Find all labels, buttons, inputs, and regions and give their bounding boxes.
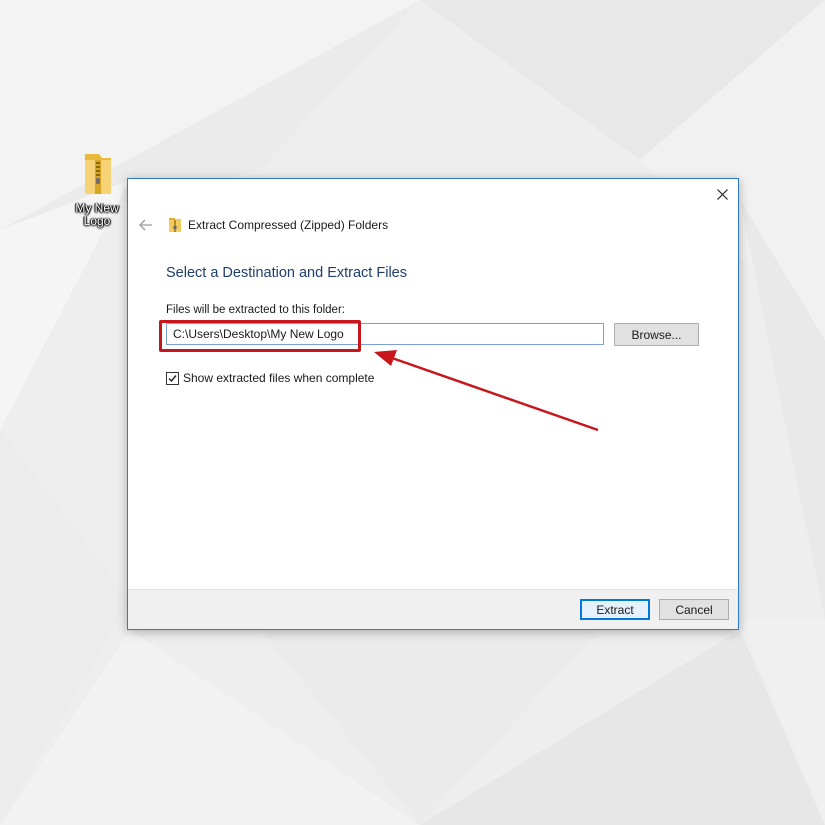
wizard-title: Extract Compressed (Zipped) Folders — [188, 218, 389, 232]
show-extracted-files-checkbox[interactable] — [166, 371, 179, 385]
close-button[interactable] — [708, 181, 736, 207]
page-heading: Select a Destination and Extract Files — [166, 265, 407, 281]
back-button[interactable] — [136, 215, 156, 235]
show-extracted-files-label: Show extracted files when complete — [183, 371, 375, 385]
wizard-header: Extract Compressed (Zipped) Folders — [136, 214, 388, 236]
destination-label: Files will be extracted to this folder: — [166, 304, 345, 316]
zip-folder-icon — [168, 217, 182, 233]
extract-dialog: Extract Compressed (Zipped) Folders Sele… — [127, 178, 739, 630]
checkmark-icon — [168, 374, 177, 382]
browse-button[interactable]: Browse... — [614, 323, 699, 346]
extract-button[interactable]: Extract — [580, 599, 650, 620]
cancel-button[interactable]: Cancel — [659, 599, 729, 620]
dialog-footer: Extract Cancel — [128, 589, 738, 629]
show-extracted-files-option[interactable]: Show extracted files when complete — [166, 371, 374, 385]
close-icon — [716, 188, 728, 200]
desktop-icon-label: My New Logo — [75, 201, 119, 228]
back-arrow-icon — [139, 219, 152, 231]
destination-path-input[interactable] — [166, 323, 604, 345]
zip-folder-icon — [77, 150, 117, 198]
desktop-icon-my-new-logo[interactable]: My New Logo — [66, 150, 128, 228]
